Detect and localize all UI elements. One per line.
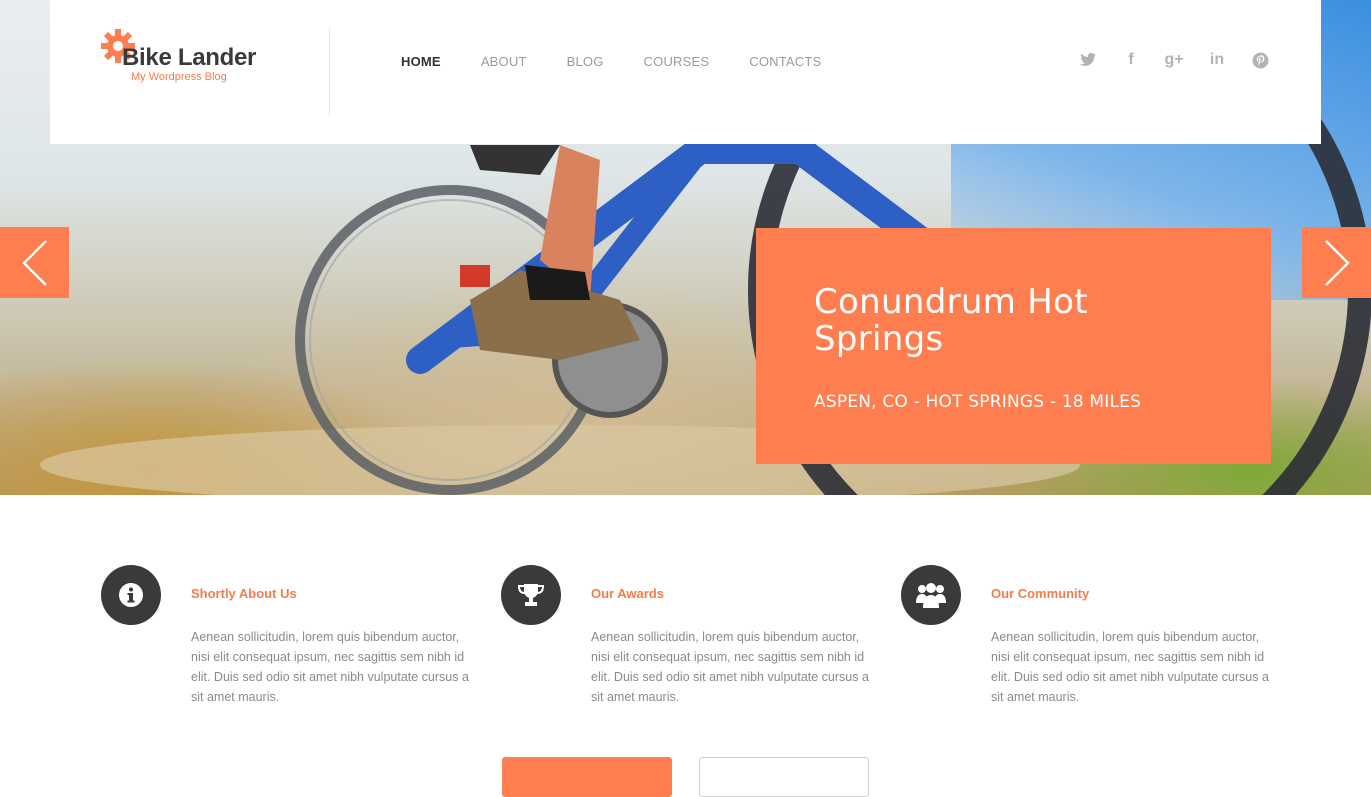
feature-icon-circle	[901, 565, 961, 625]
feature-about: Shortly About Us Aenean sollicitudin, lo…	[101, 565, 481, 725]
site-header: Bike Lander My Wordpress Blog HOME ABOUT…	[50, 0, 1321, 144]
chevron-right-icon	[1324, 239, 1350, 286]
nav-item-contacts[interactable]: CONTACTS	[749, 54, 821, 69]
slide-subtitle: ASPEN, CO - HOT SPRINGS - 18 MILES	[814, 392, 1142, 412]
feature-title[interactable]: Our Awards	[591, 586, 664, 601]
info-icon	[119, 583, 143, 607]
social-links: f g+ in	[1056, 49, 1271, 71]
slide-caption: Conundrum Hot Springs ASPEN, CO - HOT SP…	[756, 228, 1271, 464]
nav-item-blog[interactable]: BLOG	[567, 54, 604, 69]
header-divider	[329, 28, 330, 115]
nav-item-home[interactable]: HOME	[401, 54, 441, 69]
chevron-left-icon	[21, 239, 47, 286]
nav-item-courses[interactable]: COURSES	[644, 54, 710, 69]
twitter-icon[interactable]	[1077, 49, 1099, 71]
slider-next-button[interactable]	[1302, 227, 1371, 298]
feature-icon-circle	[101, 565, 161, 625]
main-nav: HOME ABOUT BLOG COURSES CONTACTS	[401, 54, 861, 69]
feature-icon-circle	[501, 565, 561, 625]
feature-text: Aenean sollicitudin, lorem quis bibendum…	[191, 630, 469, 704]
feature-text: Aenean sollicitudin, lorem quis bibendum…	[991, 630, 1269, 704]
feature-title[interactable]: Shortly About Us	[191, 586, 297, 601]
google-plus-icon[interactable]: g+	[1163, 49, 1185, 71]
slide-title: Conundrum Hot Springs	[814, 282, 1088, 359]
brand-name: Bike Lander	[122, 44, 257, 71]
linkedin-icon[interactable]: in	[1206, 49, 1228, 71]
feature-text: Aenean sollicitudin, lorem quis bibendum…	[591, 630, 869, 704]
nav-item-about[interactable]: ABOUT	[481, 54, 527, 69]
slider-prev-button[interactable]	[0, 227, 69, 298]
trophy-icon	[517, 584, 545, 606]
secondary-cta-button[interactable]	[699, 757, 869, 797]
primary-cta-button[interactable]	[502, 757, 672, 797]
feature-awards: Our Awards Aenean sollicitudin, lorem qu…	[501, 565, 881, 725]
feature-title[interactable]: Our Community	[991, 586, 1089, 601]
community-icon	[916, 583, 946, 608]
feature-community: Our Community Aenean sollicitudin, lorem…	[901, 565, 1281, 725]
pinterest-icon[interactable]	[1249, 49, 1271, 71]
brand-tagline: My Wordpress Blog	[131, 71, 227, 83]
facebook-icon[interactable]: f	[1120, 49, 1142, 71]
site-logo[interactable]: Bike Lander My Wordpress Blog	[100, 28, 280, 88]
